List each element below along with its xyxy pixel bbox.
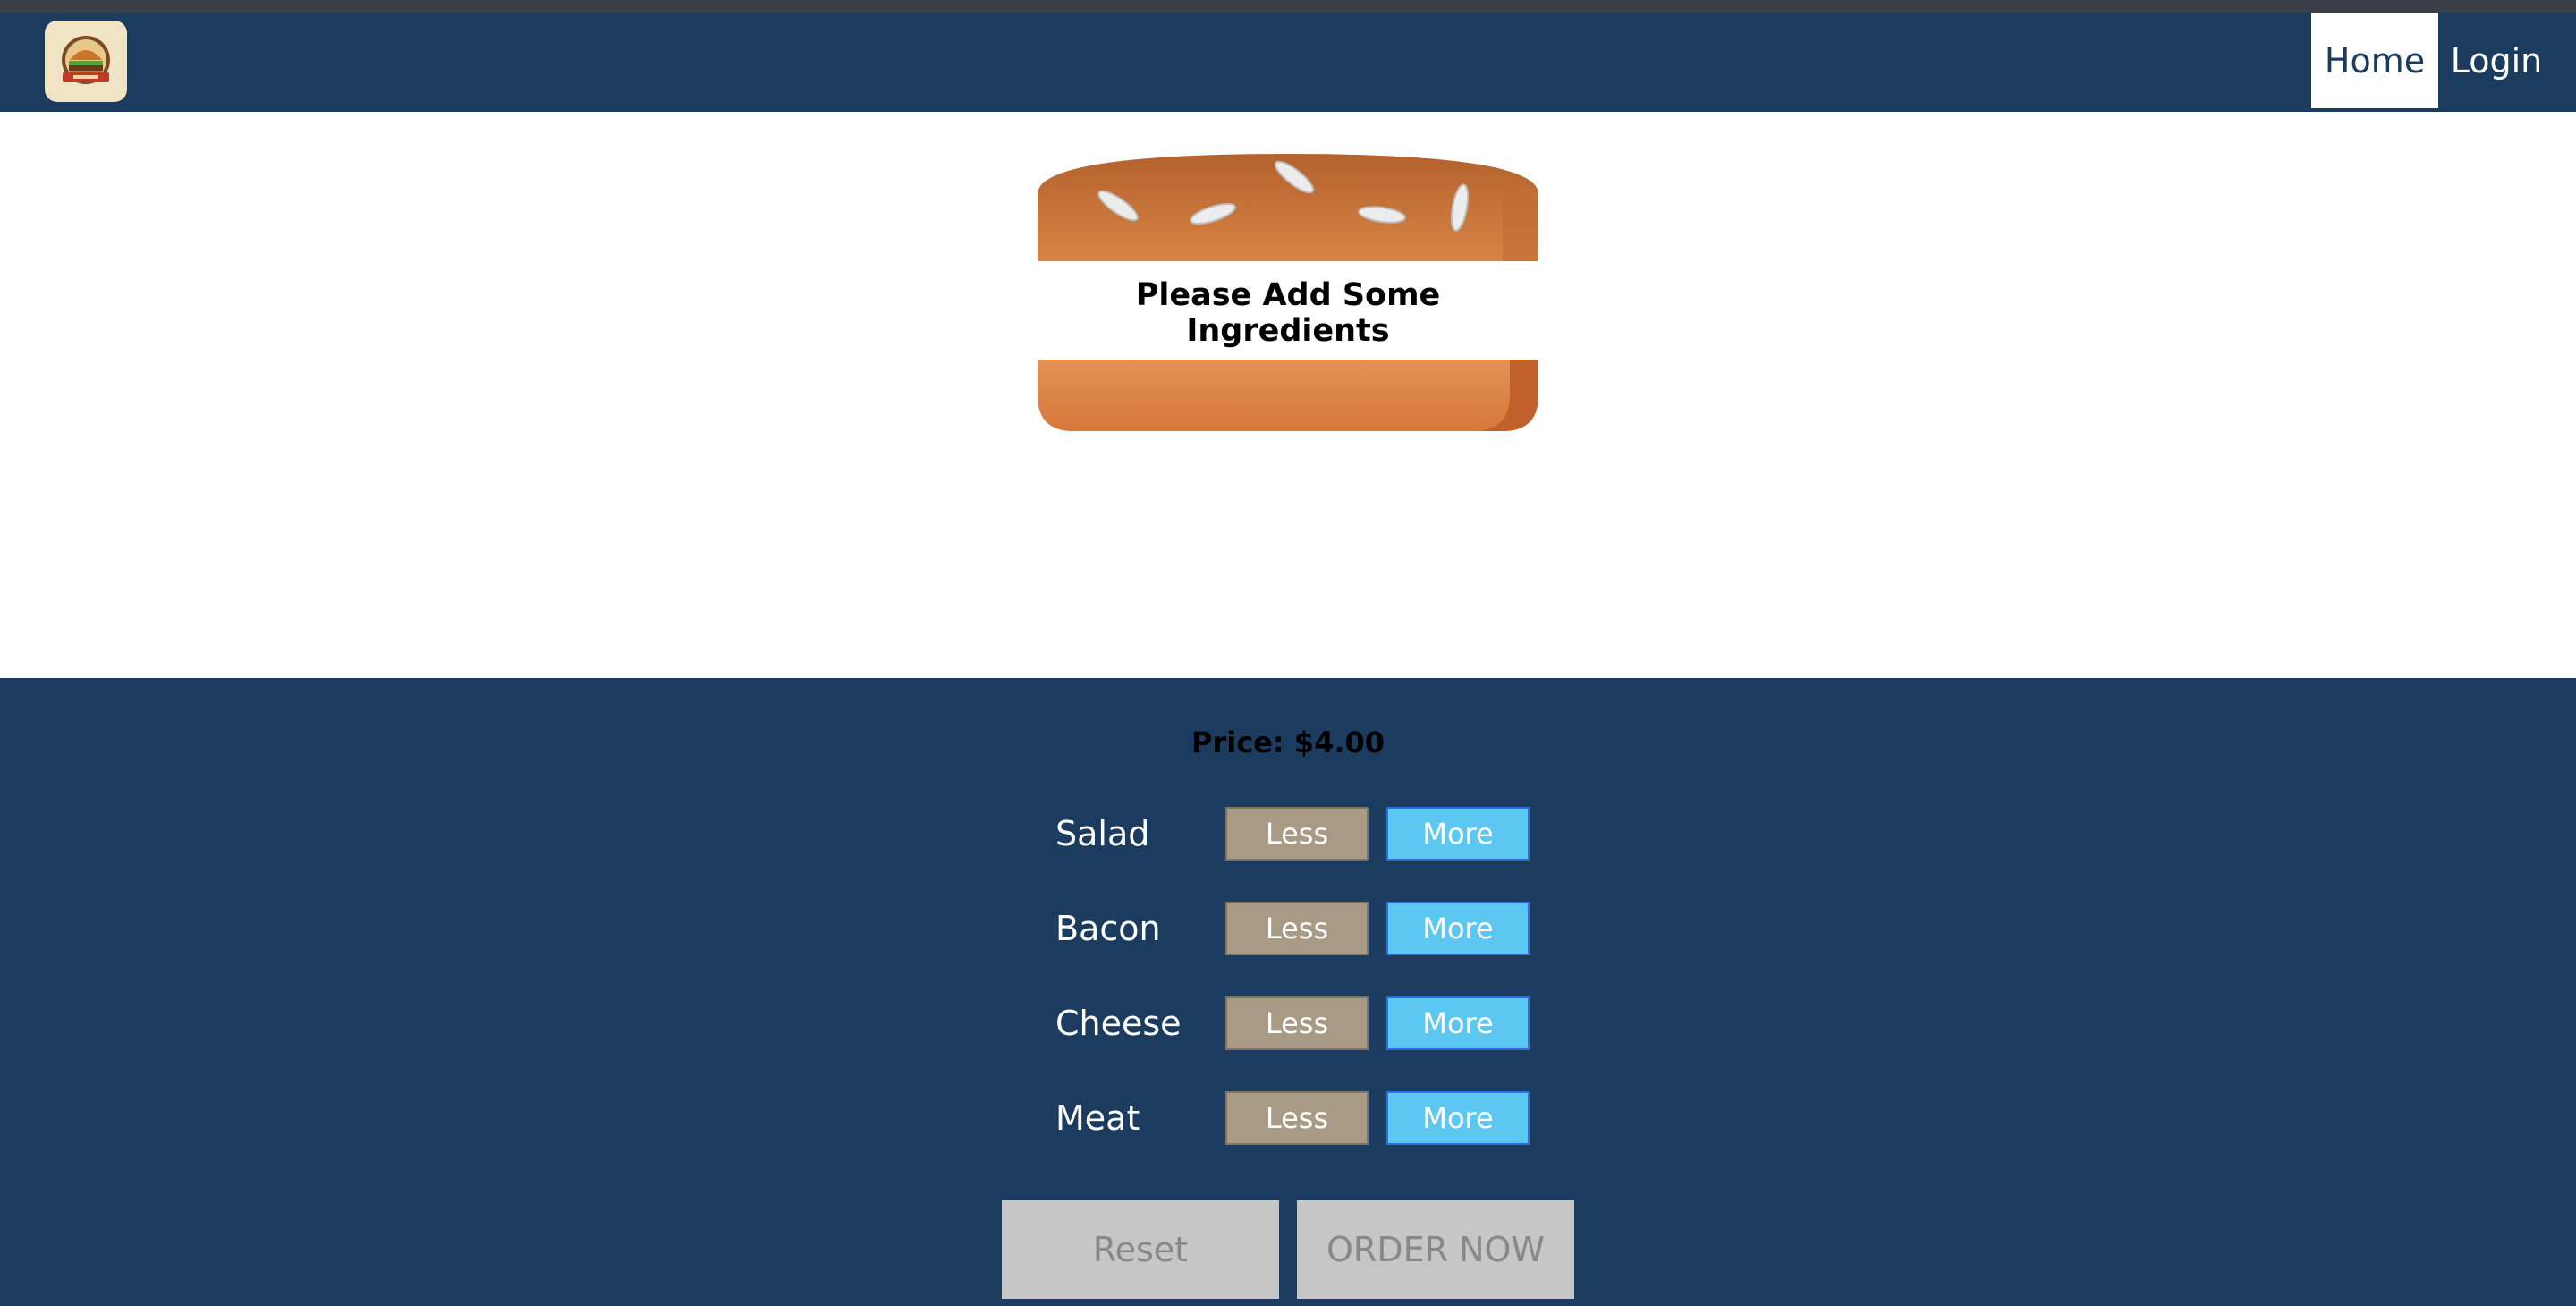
- reset-button[interactable]: Reset: [1002, 1200, 1279, 1299]
- meat-less-button[interactable]: Less: [1225, 1091, 1368, 1145]
- bacon-more-button[interactable]: More: [1386, 902, 1530, 955]
- salad-more-button[interactable]: More: [1386, 807, 1530, 861]
- salad-less-button[interactable]: Less: [1225, 807, 1368, 861]
- nav-menu: Home Login: [2311, 13, 2576, 108]
- burger-preview: Please Add Some Ingredients: [1038, 154, 1538, 431]
- bun-top-image: [1038, 154, 1538, 261]
- build-control-meat: Meat Less More: [1055, 1091, 1530, 1145]
- build-controls: Price: $4.00 Salad Less More Bacon Less …: [0, 678, 2576, 1306]
- cheese-less-button[interactable]: Less: [1225, 996, 1368, 1050]
- nav-login-link[interactable]: Login: [2438, 13, 2555, 108]
- ingredient-label: Salad: [1055, 814, 1150, 853]
- toolbar: Home Login: [0, 13, 2576, 112]
- bun-bottom-image: [1038, 360, 1538, 431]
- ingredient-label: Meat: [1055, 1098, 1140, 1138]
- cheese-more-button[interactable]: More: [1386, 996, 1530, 1050]
- meat-more-button[interactable]: More: [1386, 1091, 1530, 1145]
- burger-logo-icon[interactable]: [45, 21, 127, 102]
- ingredient-label: Cheese: [1055, 1004, 1182, 1043]
- empty-burger-message: Please Add Some Ingredients: [1135, 277, 1441, 349]
- build-control-bacon: Bacon Less More: [1055, 902, 1530, 955]
- ingredient-label: Bacon: [1055, 909, 1161, 948]
- build-control-salad: Salad Less More: [1055, 807, 1530, 861]
- price-label: Price: $4.00: [1191, 725, 1385, 759]
- order-now-button[interactable]: ORDER NOW: [1297, 1200, 1574, 1299]
- browser-top-strip: [0, 0, 2576, 13]
- build-control-cheese: Cheese Less More: [1055, 996, 1530, 1050]
- bacon-less-button[interactable]: Less: [1225, 902, 1368, 955]
- nav-home-link[interactable]: Home: [2311, 13, 2438, 108]
